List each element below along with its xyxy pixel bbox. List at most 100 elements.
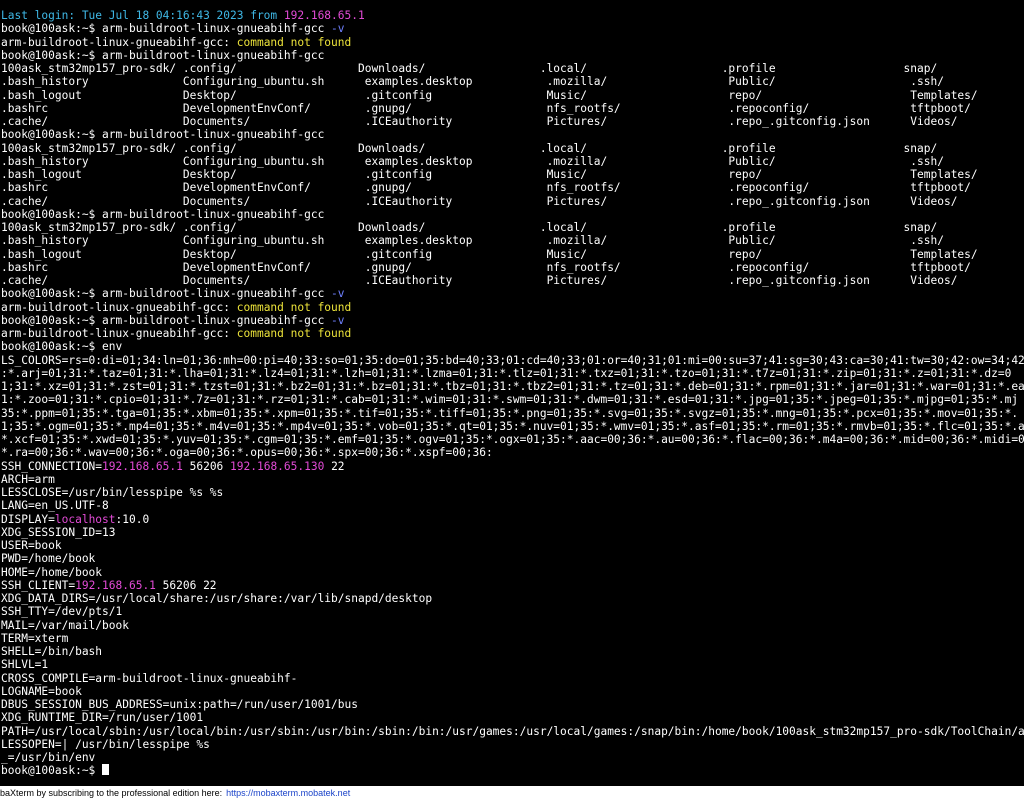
terminal-text-segment: arm-buildroot-linux-gnueabihf-gcc: <box>1 300 237 314</box>
terminal-text-segment: .bashrc DevelopmentEnvConf/ .gnupg/ nfs_… <box>1 101 971 115</box>
terminal-line: .cache/ Documents/ .ICEauthority Picture… <box>0 274 1024 287</box>
terminal-line: 1;31:*.xz=01;31:*.zst=01;31:*.tzst=01;31… <box>0 380 1024 393</box>
terminal-line: CROSS_COMPILE=arm-buildroot-linux-gnueab… <box>0 672 1024 685</box>
terminal-line: .bash_history Configuring_ubuntu.sh exam… <box>0 234 1024 247</box>
terminal-text-segment: .cache/ Documents/ .ICEauthority Picture… <box>1 115 958 128</box>
terminal-line: Last login: Tue Jul 18 04:16:43 2023 fro… <box>0 9 1024 22</box>
terminal-text-segment: SSH_CLIENT= <box>1 578 76 592</box>
terminal-text-segment: 192.168.65.1 <box>102 459 183 473</box>
terminal-text-segment: ARCH=arm <box>1 472 55 486</box>
terminal-lines: Last login: Tue Jul 18 04:16:43 2023 fro… <box>0 9 1024 764</box>
terminal-line: book@100ask:~$ arm-buildroot-linux-gnuea… <box>0 128 1024 141</box>
terminal-line: book@100ask:~$ env <box>0 340 1024 353</box>
terminal-line: _=/usr/bin/env <box>0 751 1024 764</box>
terminal-text-segment: XDG_RUNTIME_DIR=/run/user/1001 <box>1 711 204 725</box>
terminal-line: SHLVL=1 <box>0 658 1024 671</box>
terminal-line: book@100ask:~$ arm-buildroot-linux-gnuea… <box>0 287 1024 300</box>
terminal-text-segment: PATH=/usr/local/sbin:/usr/local/bin:/usr… <box>1 724 1024 738</box>
terminal-text-segment: LANG=en_US.UTF-8 <box>1 499 109 513</box>
terminal-line: arm-buildroot-linux-gnueabihf-gcc: comma… <box>0 301 1024 314</box>
terminal-line: 100ask_stm32mp157_pro-sdk/ .config/ Down… <box>0 62 1024 75</box>
terminal-line: 35:*.ppm=01;35:*.tga=01;35:*.xbm=01;35:*… <box>0 407 1024 420</box>
terminal-prompt-line[interactable]: book@100ask:~$ <box>0 764 1024 777</box>
terminal-line: book@100ask:~$ arm-buildroot-linux-gnuea… <box>0 314 1024 327</box>
terminal-line: .bashrc DevelopmentEnvConf/ .gnupg/ nfs_… <box>0 261 1024 274</box>
terminal-text-segment: TERM=xterm <box>1 631 69 645</box>
terminal-text-segment: DBUS_SESSION_BUS_ADDRESS=unix:path=/run/… <box>1 698 358 711</box>
terminal-text-segment: 56206 <box>182 459 231 473</box>
terminal-line: .bash_logout Desktop/ .gitconfig Music/ … <box>0 248 1024 261</box>
terminal-text-segment: localhost <box>54 512 116 526</box>
terminal-line: *.xcf=01;35:*.xwd=01;35:*.yuv=01;35:*.cg… <box>0 433 1024 446</box>
terminal-text-segment: :10.0 <box>115 512 150 526</box>
terminal-text-segment: LS_COLORS=rs=0:di=01;34:ln=01;36:mh=00:p… <box>1 353 1024 367</box>
terminal-text-segment: .bash_logout Desktop/ .gitconfig Music/ … <box>1 247 978 261</box>
terminal-line: SSH_CONNECTION=192.168.65.1 56206 192.16… <box>0 460 1024 473</box>
terminal-line: MAIL=/var/mail/book <box>0 619 1024 632</box>
terminal-text-segment: DISPLAY= <box>1 512 55 526</box>
terminal-text-segment: LESSCLOSE=/usr/bin/lesspipe %s %s <box>1 486 224 499</box>
terminal-text-segment: -v <box>331 313 345 327</box>
terminal-line: LESSOPEN=| /usr/bin/lesspipe %s <box>0 738 1024 751</box>
terminal-line: 100ask_stm32mp157_pro-sdk/ .config/ Down… <box>0 221 1024 234</box>
terminal-line: XDG_SESSION_ID=13 <box>0 526 1024 539</box>
terminal-text-segment: book@100ask:~$ arm-buildroot-linux-gnuea… <box>1 313 332 327</box>
mobaxterm-link[interactable]: https://mobaxterm.mobatek.net <box>226 788 350 798</box>
status-bar-text: baXterm by subscribing to the profession… <box>0 788 223 798</box>
terminal-text-segment: LOGNAME=book <box>1 684 82 698</box>
terminal-text-segment: Last login: Tue Jul 18 04:16:43 2023 fro… <box>1 9 284 22</box>
terminal-line: SHELL=/bin/bash <box>0 645 1024 658</box>
terminal-line: .cache/ Documents/ .ICEauthority Picture… <box>0 195 1024 208</box>
terminal-text-segment: arm-buildroot-linux-gnueabihf-gcc: <box>1 327 237 340</box>
terminal-text-segment: .cache/ Documents/ .ICEauthority Picture… <box>1 274 958 287</box>
terminal-text-segment: 100ask_stm32mp157_pro-sdk/ .config/ Down… <box>1 221 938 234</box>
terminal-text-segment: book@100ask:~$ arm-buildroot-linux-gnuea… <box>1 48 325 62</box>
terminal-text-segment: XDG_DATA_DIRS=/usr/local/share:/usr/shar… <box>1 592 433 605</box>
terminal-line: 100ask_stm32mp157_pro-sdk/ .config/ Down… <box>0 142 1024 155</box>
terminal-line: XDG_RUNTIME_DIR=/run/user/1001 <box>0 711 1024 724</box>
terminal-line: arm-buildroot-linux-gnueabihf-gcc: comma… <box>0 327 1024 340</box>
terminal-text-segment: XDG_SESSION_ID=13 <box>1 525 116 539</box>
terminal-line: .bashrc DevelopmentEnvConf/ .gnupg/ nfs_… <box>0 181 1024 194</box>
terminal-text-segment: command not found <box>236 35 352 49</box>
terminal-text-segment: .cache/ Documents/ .ICEauthority Picture… <box>1 194 958 208</box>
terminal-text-segment: 22 <box>324 459 345 473</box>
terminal-line: USER=book <box>0 539 1024 552</box>
terminal-text-segment: -v <box>331 22 345 36</box>
terminal-text-segment: 100ask_stm32mp157_pro-sdk/ .config/ Down… <box>1 62 938 75</box>
terminal-text-segment: MAIL=/var/mail/book <box>1 618 129 632</box>
terminal-text-segment: SSH_TTY=/dev/pts/1 <box>1 605 123 619</box>
terminal-text-segment: book@100ask:~$ env <box>1 340 123 354</box>
terminal-text-segment: 1:*.zoo=01;31:*.cpio=01;31:*.7z=01;31:*.… <box>1 393 1019 407</box>
terminal-line: XDG_DATA_DIRS=/usr/local/share:/usr/shar… <box>0 592 1024 605</box>
terminal-text-segment: .bash_history Configuring_ubuntu.sh exam… <box>1 75 944 89</box>
terminal-text-segment: 192.168.65.1 <box>75 578 156 592</box>
terminal-line: .cache/ Documents/ .ICEauthority Picture… <box>0 115 1024 128</box>
text-cursor <box>102 764 110 776</box>
terminal-text-segment: -v <box>331 287 345 301</box>
terminal-text-segment: book@100ask:~$ arm-buildroot-linux-gnuea… <box>1 22 332 36</box>
terminal-text-segment: SHLVL=1 <box>1 658 49 672</box>
terminal-line: *.ra=00;36:*.wav=00;36:*.oga=00;36:*.opu… <box>0 446 1024 459</box>
terminal-line: HOME=/home/book <box>0 566 1024 579</box>
terminal-line: .bash_history Configuring_ubuntu.sh exam… <box>0 155 1024 168</box>
status-bar: baXterm by subscribing to the profession… <box>0 786 1024 801</box>
terminal-text-segment: LESSOPEN=| /usr/bin/lesspipe %s <box>1 737 210 751</box>
terminal-text-segment: *.ra=00;36:*.wav=00;36:*.oga=00;36:*.opu… <box>1 446 493 460</box>
terminal-output[interactable]: Last login: Tue Jul 18 04:16:43 2023 fro… <box>0 0 1024 786</box>
terminal-text-segment: .bash_history Configuring_ubuntu.sh exam… <box>1 154 944 168</box>
terminal-text-segment: HOME=/home/book <box>1 565 103 579</box>
terminal-text-segment: arm-buildroot-linux-gnueabihf-gcc: <box>1 35 237 49</box>
terminal-line: DBUS_SESSION_BUS_ADDRESS=unix:path=/run/… <box>0 698 1024 711</box>
terminal-text-segment: .bashrc DevelopmentEnvConf/ .gnupg/ nfs_… <box>1 181 971 195</box>
terminal-text-segment: *.xcf=01;35:*.xwd=01;35:*.yuv=01;35:*.cg… <box>1 433 1024 446</box>
terminal-line: ARCH=arm <box>0 473 1024 486</box>
terminal-prompt: book@100ask:~$ <box>1 764 103 778</box>
terminal-line: 1:*.zoo=01;31:*.cpio=01;31:*.7z=01;31:*.… <box>0 393 1024 406</box>
terminal-text-segment: 56206 22 <box>155 578 217 592</box>
terminal-text-segment: .bash_logout Desktop/ .gitconfig Music/ … <box>1 88 978 102</box>
terminal-text-segment: book@100ask:~$ arm-buildroot-linux-gnuea… <box>1 128 325 142</box>
terminal-line: TERM=xterm <box>0 632 1024 645</box>
terminal-text-segment: 192.168.65.130 <box>230 459 325 473</box>
terminal-text-segment: 35:*.ppm=01;35:*.tga=01;35:*.xbm=01;35:*… <box>1 406 1019 420</box>
